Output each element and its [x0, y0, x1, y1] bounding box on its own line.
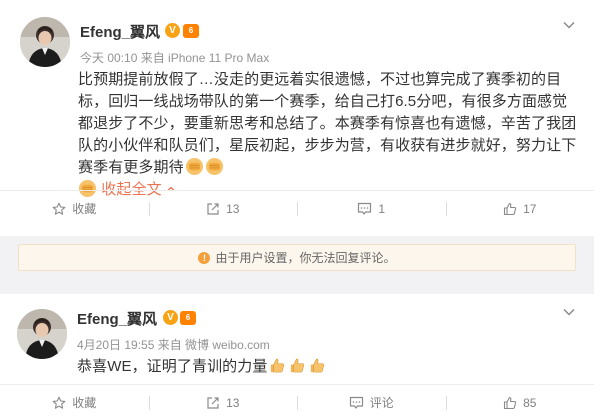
post-text: 恭喜WE，证明了青训的力量 [77, 356, 581, 378]
post-text-content: 比预期提前放假了…没走的更远着实很遗憾，不过也算完成了赛季初的目标，回归一线战场… [78, 71, 577, 176]
username[interactable]: Efeng_翼风 [77, 308, 157, 329]
post-meta: 4月20日 19:55 来自 微博 weibo.com [77, 338, 270, 352]
verified-icon: V [165, 23, 180, 38]
post-text-content: 恭喜WE，证明了青训的力量 [77, 358, 268, 375]
repost-count: 13 [226, 201, 240, 216]
avatar[interactable] [20, 17, 70, 67]
vip-icon[interactable]: 6 [183, 24, 199, 38]
like-button[interactable]: 17 [445, 191, 594, 226]
chevron-down-icon[interactable] [562, 18, 576, 32]
repost-button[interactable]: 13 [148, 191, 298, 226]
verified-icon: V [163, 310, 178, 325]
repost-button[interactable]: 13 [148, 385, 298, 420]
comment-button[interactable]: 评论 [297, 385, 446, 420]
favorite-label: 收藏 [72, 395, 97, 410]
weibo-post-2: Efeng_翼风 V 6 4月20日 19:55 来自 微博 weibo.com… [0, 294, 594, 420]
like-count: 17 [523, 201, 537, 216]
comment-button[interactable]: 1 [297, 191, 446, 226]
like-icon [504, 202, 517, 215]
avatar-image [20, 17, 70, 67]
like-count: 85 [523, 395, 537, 410]
post-meta: 今天 00:10 来自 iPhone 11 Pro Max [80, 51, 270, 65]
comment-icon [349, 396, 363, 409]
repost-icon [207, 396, 219, 409]
username[interactable]: Efeng_翼风 [80, 21, 160, 42]
post-text: 比预期提前放假了…没走的更远着实很遗憾，不过也算完成了赛季初的目标，回归一线战场… [78, 69, 582, 201]
favorite-button[interactable]: 收藏 [0, 385, 149, 420]
notice-text: 由于用户设置，你无法回复评论。 [215, 251, 396, 265]
vip-icon[interactable]: 6 [180, 311, 196, 325]
fist-emoji-icon [185, 157, 203, 176]
comment-count: 1 [378, 201, 386, 216]
favorite-button[interactable]: 收藏 [0, 191, 149, 226]
star-icon [52, 202, 66, 215]
thumbs-up-emoji-icon [311, 358, 325, 373]
favorite-label: 收藏 [72, 201, 97, 216]
action-bar: 收藏 13 1 17 [0, 190, 594, 226]
thumbs-up-emoji-icon [291, 358, 305, 373]
weibo-post-1: Efeng_翼风 V 6 今天 00:10 来自 iPhone 11 Pro M… [0, 0, 594, 236]
repost-icon [207, 202, 219, 215]
comment-label: 评论 [369, 395, 394, 410]
avatar[interactable] [17, 309, 67, 359]
warning-icon: ! [198, 251, 211, 264]
reply-restriction-notice: ! 由于用户设置，你无法回复评论。 [18, 244, 576, 271]
action-bar: 收藏 13 评论 85 [0, 384, 594, 420]
comment-icon [358, 202, 372, 215]
avatar-image [17, 309, 67, 359]
like-icon [504, 396, 517, 409]
chevron-down-icon[interactable] [562, 305, 576, 319]
fist-emoji-icon [205, 157, 223, 176]
star-icon [52, 396, 66, 409]
thumbs-up-emoji-icon [271, 358, 285, 373]
like-button[interactable]: 85 [445, 385, 594, 420]
repost-count: 13 [226, 395, 240, 410]
